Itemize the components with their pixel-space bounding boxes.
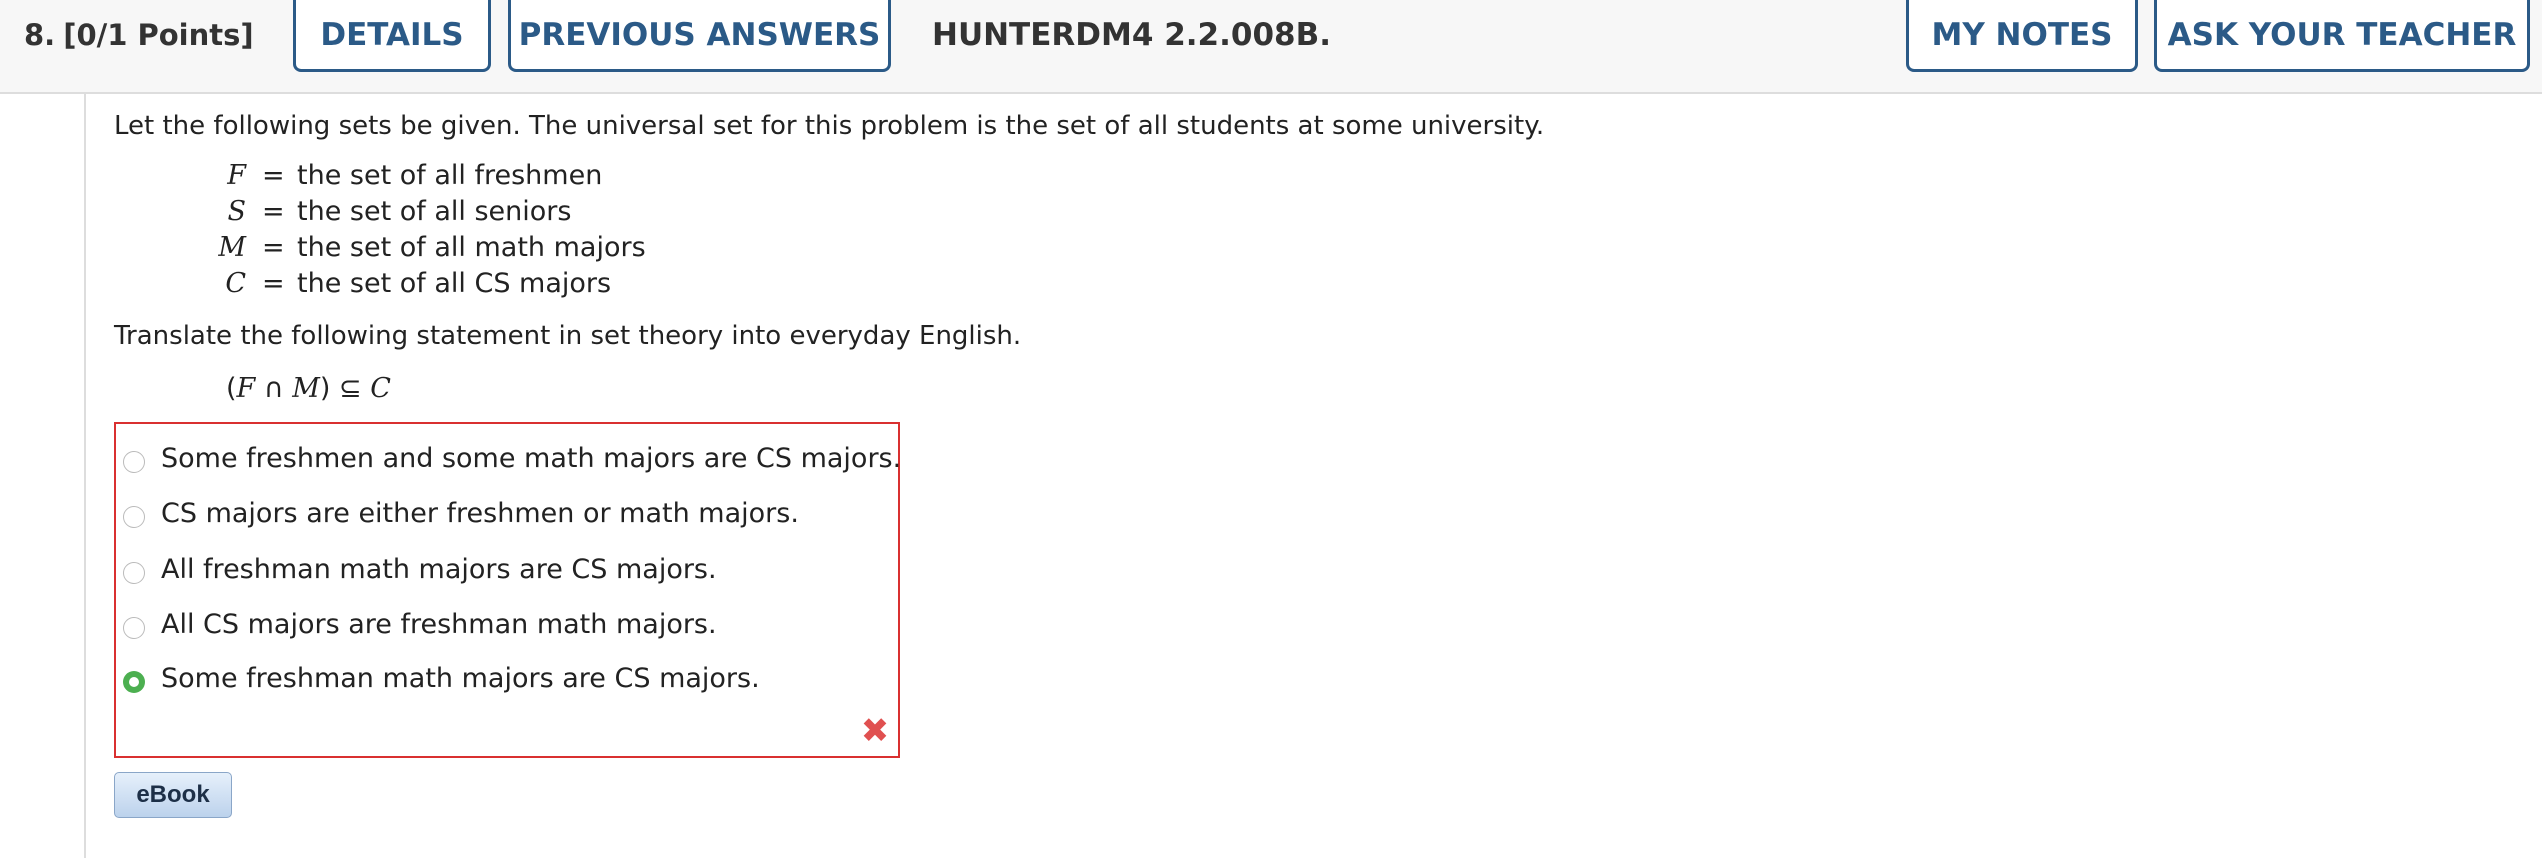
set-description: the set of all seniors [297, 196, 572, 227]
set-description: the set of all CS majors [297, 268, 612, 299]
answer-option-label: Some freshman math majors are CS majors. [161, 663, 760, 694]
set-symbol: M [218, 232, 246, 263]
answer-option-selected[interactable]: Some freshman math majors are CS majors. [116, 657, 896, 697]
answer-option-label: CS majors are either freshmen or math ma… [161, 498, 799, 529]
set-description: the set of all math majors [297, 232, 646, 263]
question-number: 8. [24, 18, 56, 52]
previous-answers-button[interactable]: PREVIOUS ANSWERS [508, 0, 891, 72]
left-divider [84, 94, 86, 858]
set-equals: = [262, 268, 285, 299]
details-button[interactable]: DETAILS [293, 0, 491, 72]
expression-open-paren: ( [226, 373, 237, 404]
radio-button[interactable] [123, 451, 145, 473]
set-equals: = [262, 196, 285, 227]
answer-option[interactable]: Some freshmen and some math majors are C… [116, 437, 901, 477]
answer-option-label: Some freshmen and some math majors are C… [161, 443, 902, 474]
expression-close-paren: ) [319, 373, 331, 404]
expression-target-set: C [370, 373, 391, 404]
radio-button[interactable] [123, 617, 145, 639]
set-expression: (F ∩ M) ⊆ C [226, 371, 391, 407]
incorrect-x-icon: ✖ [860, 711, 890, 751]
points-label: [0/1 Points] [63, 18, 254, 52]
question-number-points: 8. [0/1 Points] [24, 14, 254, 56]
question-header: 8. [0/1 Points] DETAILS PREVIOUS ANSWERS … [0, 0, 2542, 94]
ebook-button[interactable]: eBook [114, 772, 232, 818]
answer-choices: Some freshmen and some math majors are C… [114, 422, 901, 758]
answer-option-label: All CS majors are freshman math majors. [161, 609, 717, 640]
radio-button[interactable] [123, 562, 145, 584]
problem-intro: Let the following sets be given. The uni… [114, 111, 1545, 141]
radio-button-selected[interactable] [123, 671, 145, 693]
answer-option[interactable]: All CS majors are freshman math majors. [116, 603, 896, 643]
intersection-symbol: ∩ [263, 373, 284, 404]
question-id: HUNTERDM4 2.2.008B. [932, 17, 1332, 53]
problem-instruction: Translate the following statement in set… [114, 321, 1022, 351]
answer-option-label: All freshman math majors are CS majors. [161, 554, 717, 585]
my-notes-button[interactable]: MY NOTES [1906, 0, 2138, 72]
answer-option[interactable]: CS majors are either freshmen or math ma… [116, 492, 896, 532]
set-description: the set of all freshmen [297, 160, 603, 191]
expression-left-set: F [236, 373, 256, 404]
ask-your-teacher-button[interactable]: ASK YOUR TEACHER [2154, 0, 2530, 72]
subset-symbol: ⊆ [339, 373, 362, 404]
set-equals: = [262, 232, 285, 263]
set-equals: = [262, 160, 285, 191]
set-symbol: S [227, 196, 247, 227]
set-symbol: C [225, 268, 246, 299]
expression-right-set: M [292, 373, 320, 404]
radio-button[interactable] [123, 506, 145, 528]
set-symbol: F [227, 160, 246, 191]
answer-option[interactable]: All freshman math majors are CS majors. [116, 548, 896, 588]
